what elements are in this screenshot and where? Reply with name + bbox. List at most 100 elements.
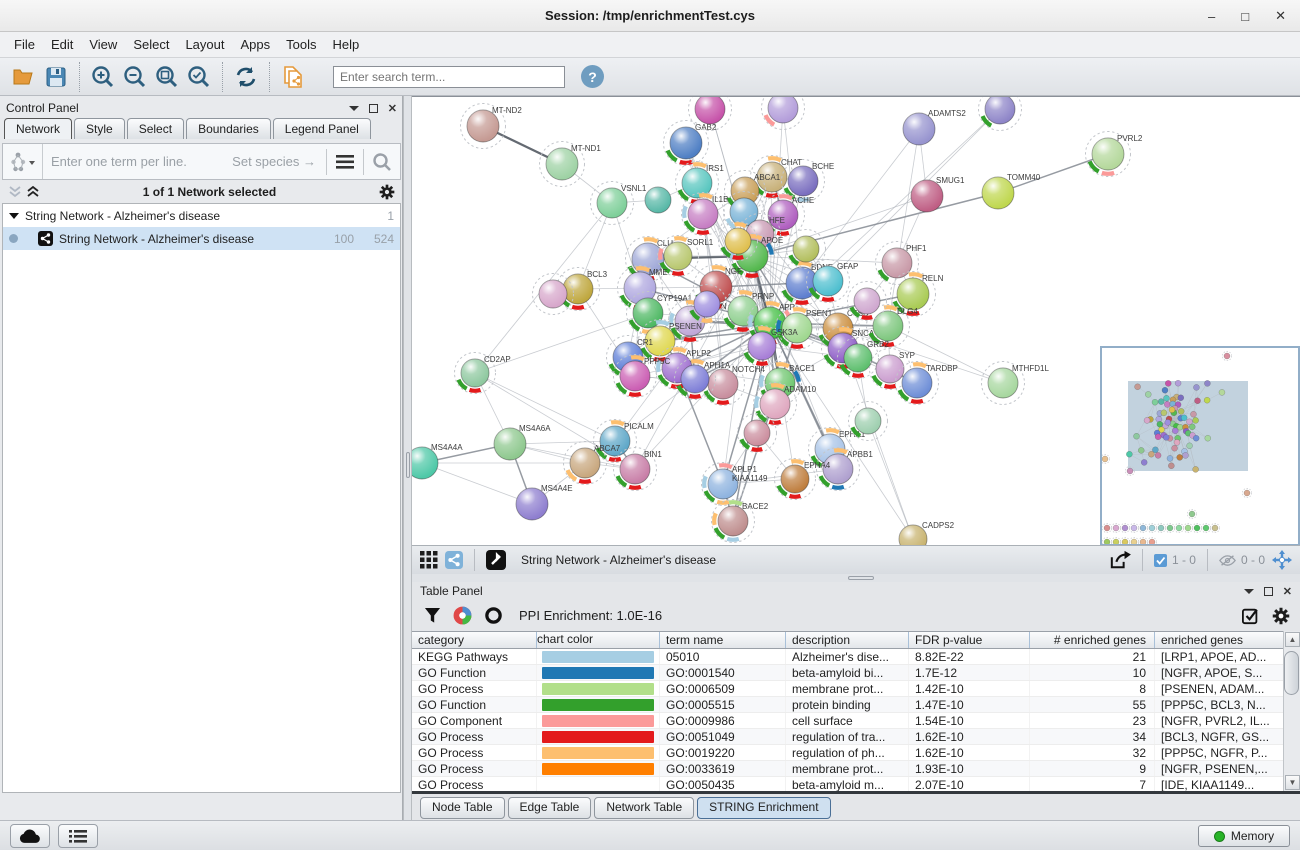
- network-node[interactable]: [849, 402, 888, 441]
- enrichment-row[interactable]: GO ProcessGO:0051049regulation of tra...…: [412, 729, 1283, 745]
- open-session-icon[interactable]: [8, 61, 40, 93]
- menu-help[interactable]: Help: [325, 32, 368, 57]
- expand-all-icon[interactable]: [26, 186, 40, 198]
- string-logo-icon[interactable]: [3, 144, 43, 179]
- menu-apps[interactable]: Apps: [233, 32, 279, 57]
- zoom-fit-icon[interactable]: [151, 61, 183, 93]
- enrichment-row[interactable]: GO ProcessGO:0019220regulation of ph...1…: [412, 745, 1283, 761]
- search-input[interactable]: [333, 66, 565, 88]
- task-history-button[interactable]: [58, 824, 98, 848]
- network-node[interactable]: [645, 187, 671, 213]
- float-panel-icon[interactable]: [369, 104, 378, 113]
- network-node[interactable]: MTHFD1L: [982, 362, 1050, 405]
- close-panel-icon[interactable]: ✕: [388, 102, 397, 115]
- network-node[interactable]: MT-ND2: [461, 104, 523, 149]
- network-node[interactable]: MS4A4A: [412, 443, 463, 479]
- tab-select[interactable]: Select: [127, 118, 184, 139]
- network-node[interactable]: MS4A6A: [494, 424, 551, 460]
- collapse-all-icon[interactable]: [8, 186, 22, 198]
- menu-view[interactable]: View: [81, 32, 125, 57]
- zoom-out-icon[interactable]: [119, 61, 151, 93]
- detach-view-icon[interactable]: [486, 550, 506, 570]
- panel-menu-icon[interactable]: [349, 105, 359, 112]
- enrichment-row[interactable]: GO ProcessGO:0006509membrane prot...1.42…: [412, 681, 1283, 697]
- enrichment-settings-gear-icon[interactable]: [1272, 607, 1290, 625]
- expand-triangle-icon[interactable]: [9, 213, 19, 219]
- network-canvas[interactable]: MT-ND2MT-ND1VSNL1GAB2ADAMTS2PVRL2TOMM40S…: [412, 96, 1300, 545]
- network-node[interactable]: [979, 97, 1022, 131]
- filter-icon[interactable]: [424, 607, 441, 624]
- enrichment-chart-icon[interactable]: [453, 606, 472, 625]
- zoom-selected-icon[interactable]: [183, 61, 215, 93]
- network-node[interactable]: [533, 274, 574, 315]
- float-table-panel-icon[interactable]: [1264, 587, 1273, 596]
- network-node[interactable]: [762, 97, 805, 130]
- network-node[interactable]: BACE2: [712, 500, 769, 543]
- menu-tools[interactable]: Tools: [278, 32, 324, 57]
- tab-edge-table[interactable]: Edge Table: [508, 797, 592, 819]
- export-network-image-icon[interactable]: [277, 61, 309, 93]
- enrichment-row[interactable]: GO FunctionGO:0001540beta-amyloid bi...1…: [412, 665, 1283, 681]
- scroll-up-icon[interactable]: ▲: [1285, 632, 1300, 647]
- vertical-splitter[interactable]: [403, 96, 412, 820]
- enrichment-row[interactable]: GO ProcessGO:0050435beta-amyloid m...2.0…: [412, 777, 1283, 791]
- column-header[interactable]: term name: [660, 632, 786, 648]
- column-header[interactable]: FDR p-value: [909, 632, 1030, 648]
- network-node[interactable]: VSNL1: [591, 182, 647, 225]
- column-header[interactable]: category: [412, 632, 537, 648]
- tab-boundaries[interactable]: Boundaries: [186, 118, 271, 139]
- horizontal-splitter[interactable]: [412, 574, 1300, 582]
- close-table-panel-icon[interactable]: ✕: [1283, 585, 1292, 598]
- network-node[interactable]: APLP1KIAA1149: [702, 463, 768, 506]
- table-panel-menu-icon[interactable]: [1244, 588, 1254, 595]
- tab-string-enrichment[interactable]: STRING Enrichment: [697, 797, 830, 819]
- pan-move-icon[interactable]: [1272, 550, 1292, 570]
- maximize-button[interactable]: □: [1241, 9, 1249, 24]
- menu-edit[interactable]: Edit: [43, 32, 81, 57]
- network-row[interactable]: String Network - Alzheimer's disease 100…: [3, 227, 400, 250]
- birds-eye-view[interactable]: [1100, 347, 1299, 546]
- tab-legend-panel[interactable]: Legend Panel: [273, 118, 371, 139]
- network-edge[interactable]: [422, 463, 532, 504]
- minimize-button[interactable]: –: [1208, 9, 1215, 24]
- column-header[interactable]: # enriched genes: [1030, 632, 1155, 648]
- network-node[interactable]: SMUG1: [911, 176, 965, 212]
- network-node[interactable]: GAB2: [664, 121, 717, 166]
- column-header[interactable]: chart color: [537, 632, 660, 648]
- remove-chart-icon[interactable]: [484, 606, 503, 625]
- export-view-icon[interactable]: [1109, 550, 1131, 570]
- enrichment-row[interactable]: GO ComponentGO:0009986cell surface1.54E-…: [412, 713, 1283, 729]
- string-search-icon[interactable]: [364, 144, 400, 179]
- network-node[interactable]: PVRL2: [1086, 132, 1143, 177]
- string-view-icon[interactable]: [445, 551, 463, 569]
- network-options-gear-icon[interactable]: [379, 184, 395, 200]
- memory-button[interactable]: Memory: [1198, 825, 1290, 847]
- help-icon[interactable]: ?: [581, 65, 604, 88]
- string-query-input[interactable]: [43, 154, 232, 169]
- set-species-hint[interactable]: Set species →: [232, 154, 316, 169]
- enrichment-row[interactable]: GO FunctionGO:0005515protein binding1.47…: [412, 697, 1283, 713]
- network-node[interactable]: ADAMTS2: [903, 109, 966, 145]
- network-node[interactable]: CD2AP: [455, 353, 511, 394]
- network-node[interactable]: TOMM40: [982, 173, 1041, 209]
- close-button[interactable]: ✕: [1275, 8, 1286, 24]
- network-node[interactable]: MS4A4E: [516, 484, 573, 520]
- tab-network-table[interactable]: Network Table: [594, 797, 694, 819]
- zoom-in-icon[interactable]: [87, 61, 119, 93]
- column-header[interactable]: enriched genes: [1155, 632, 1283, 648]
- scroll-down-icon[interactable]: ▼: [1285, 775, 1300, 790]
- network-node[interactable]: TARDBP: [896, 362, 958, 405]
- select-columns-icon[interactable]: [1242, 607, 1260, 625]
- menu-file[interactable]: File: [6, 32, 43, 57]
- scrollbar-thumb[interactable]: [1284, 651, 1299, 695]
- network-collection-row[interactable]: String Network - Alzheimer's disease 1: [3, 204, 400, 227]
- menu-layout[interactable]: Layout: [177, 32, 232, 57]
- enrichment-row[interactable]: GO ProcessGO:0033619membrane prot...1.93…: [412, 761, 1283, 777]
- tab-style[interactable]: Style: [74, 118, 125, 139]
- column-header[interactable]: description: [786, 632, 909, 648]
- enrichment-row[interactable]: KEGG Pathways05010Alzheimer's dise...8.8…: [412, 649, 1283, 665]
- refresh-icon[interactable]: [230, 61, 262, 93]
- network-edge[interactable]: [868, 421, 913, 539]
- network-node[interactable]: PHF1: [876, 242, 928, 285]
- cloud-tasks-button[interactable]: [10, 824, 50, 848]
